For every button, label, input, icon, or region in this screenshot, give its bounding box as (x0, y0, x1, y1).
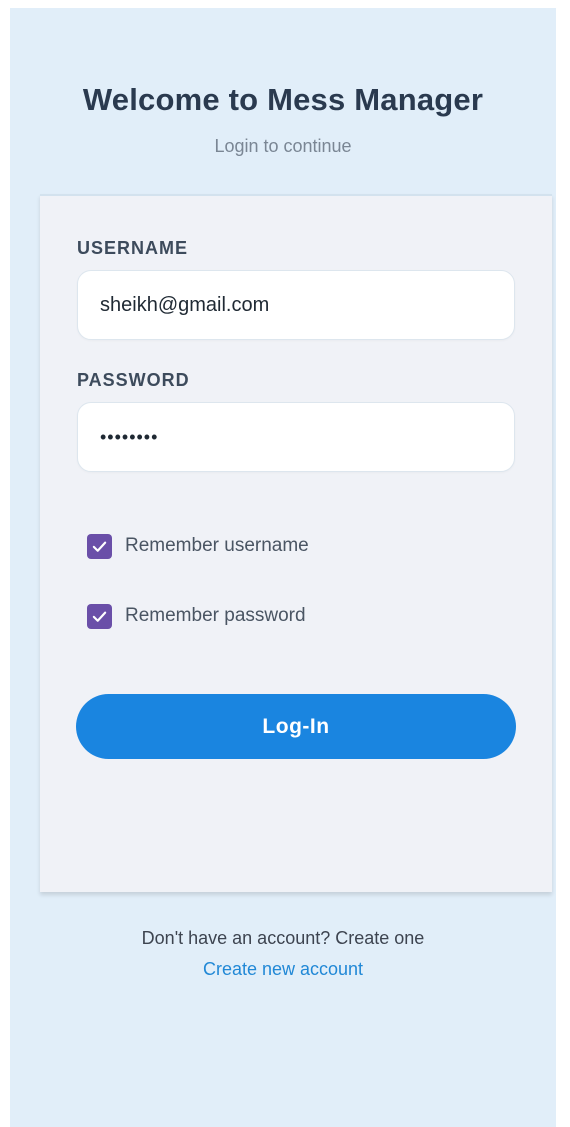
password-input[interactable] (77, 402, 515, 472)
header: Welcome to Mess Manager Login to continu… (10, 8, 556, 194)
checkbox-checked-icon[interactable] (87, 603, 112, 629)
username-input[interactable] (77, 270, 515, 340)
signup-prompt: Don't have an account? Create one (141, 928, 425, 948)
remember-username-label: Remember username (125, 535, 309, 556)
checkmark-icon (92, 541, 107, 552)
page-subtitle: Login to continue (214, 136, 352, 156)
login-screen: Welcome to Mess Manager Login to continu… (10, 8, 556, 1127)
login-button[interactable]: Log-In (76, 694, 516, 759)
login-form-card: USERNAME PASSWORD Remember username Reme… (40, 194, 552, 892)
remember-password-label: Remember password (125, 605, 306, 626)
footer: Don't have an account? Create one Create… (10, 928, 556, 980)
page-title: Welcome to Mess Manager (82, 82, 484, 117)
username-label: USERNAME (77, 238, 189, 258)
create-account-link[interactable]: Create new account (203, 959, 363, 980)
checkmark-icon (92, 611, 107, 622)
checkbox-checked-icon[interactable] (87, 533, 112, 559)
remember-password-checkbox[interactable]: Remember password (87, 603, 306, 629)
password-label: PASSWORD (77, 370, 190, 390)
remember-username-checkbox[interactable]: Remember username (87, 533, 309, 559)
